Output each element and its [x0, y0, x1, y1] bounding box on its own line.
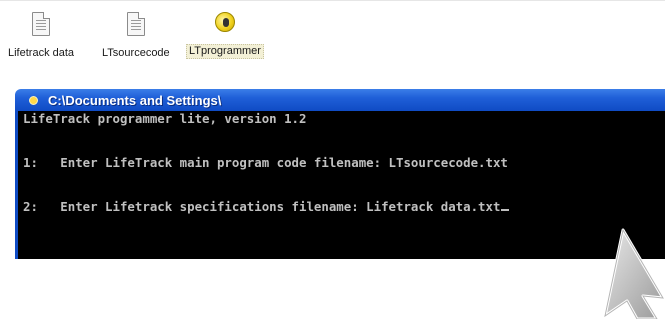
- icon-label: LTprogrammer: [186, 44, 264, 59]
- icon-label: Lifetrack data: [8, 47, 75, 59]
- desktop-icon-ltprogrammer[interactable]: LTprogrammer: [186, 12, 264, 59]
- text-document-icon: [126, 12, 145, 36]
- console-line-text: 2: Enter Lifetrack specifications filena…: [23, 199, 501, 214]
- text-cursor: [501, 209, 510, 211]
- console-input-line: 2: Enter Lifetrack specifications filena…: [23, 199, 510, 214]
- console-output[interactable]: LifeTrack programmer lite, version 1.2 1…: [15, 111, 665, 259]
- desktop-icon-row: Lifetrack data LTsourcecode LTprogrammer: [0, 6, 665, 76]
- window-title: C:\Documents and Settings\: [48, 92, 222, 108]
- icon-label: LTsourcecode: [102, 47, 170, 59]
- screen: Lifetrack data LTsourcecode LTprogrammer…: [0, 0, 665, 319]
- desktop-icon-ltsourcecode[interactable]: LTsourcecode: [100, 12, 172, 61]
- desktop-icon-lifetrack-data[interactable]: Lifetrack data: [6, 12, 76, 61]
- console-app-icon: [29, 95, 38, 105]
- mouse-pointer-icon: [603, 228, 665, 319]
- console-line: LifeTrack programmer lite, version 1.2: [23, 111, 307, 126]
- text-document-icon: [32, 12, 51, 36]
- divider: [0, 0, 665, 1]
- window-titlebar[interactable]: C:\Documents and Settings\: [15, 89, 665, 111]
- program-icon: [214, 12, 235, 32]
- console-line: 1: Enter LifeTrack main program code fil…: [23, 155, 508, 170]
- console-window[interactable]: C:\Documents and Settings\ LifeTrack pro…: [15, 89, 665, 259]
